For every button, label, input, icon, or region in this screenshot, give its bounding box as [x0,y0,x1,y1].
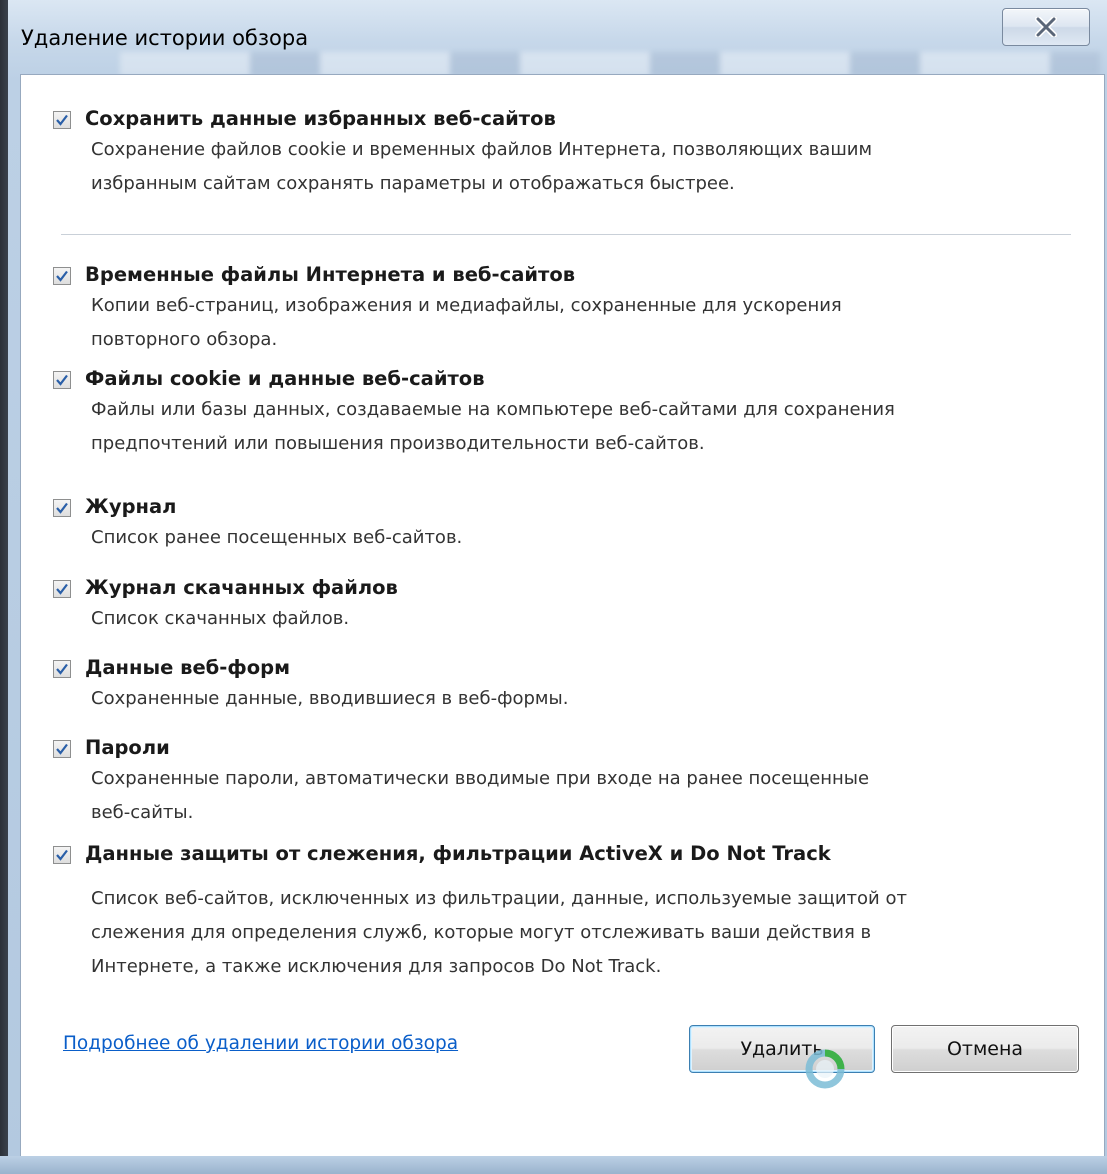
checkmark-icon [55,114,69,126]
option-title[interactable]: Журнал скачанных файлов [85,576,398,599]
checkmark-icon [55,849,69,861]
checkbox-passwords[interactable] [53,740,71,758]
option-title[interactable]: Временные файлы Интернета и веб-сайтов [85,263,575,286]
checkbox-history[interactable] [53,499,71,517]
window-frame: Удаление истории обзора Сохранить данные… [0,0,1107,1174]
option-description: Список ранее посещенных веб-сайтов. [91,527,463,548]
checkmark-icon [55,374,69,386]
checkbox-cookies[interactable] [53,371,71,389]
option-description: Список скачанных файлов. [91,608,350,629]
option-description: Список веб-сайтов, исключенных из фильтр… [91,888,907,977]
option-title[interactable]: Сохранить данные избранных веб-сайтов [85,107,556,130]
checkbox-form-data[interactable] [53,660,71,678]
checkmark-icon [55,583,69,595]
checkbox-download-history[interactable] [53,580,71,598]
cancel-button[interactable]: Отмена [891,1025,1079,1073]
close-button[interactable] [1002,8,1090,46]
checkmark-icon [55,502,69,514]
busy-cursor-icon [804,1048,846,1090]
option-title[interactable]: Данные защиты от слежения, фильтрации Ac… [85,842,831,865]
checkmark-icon [55,663,69,675]
learn-more-link[interactable]: Подробнее об удалении истории обзора [63,1033,458,1054]
checkmark-icon [55,270,69,282]
option-description: Сохранение файлов cookie и временных фай… [91,139,873,194]
option-title[interactable]: Данные веб-форм [85,656,290,679]
option-title[interactable]: Файлы cookie и данные веб-сайтов [85,367,485,390]
checkbox-temp-files[interactable] [53,267,71,285]
checkbox-preserve-favorites[interactable] [53,111,71,129]
checkbox-tracking-protection[interactable] [53,846,71,864]
frame-edge [0,0,8,1174]
close-x-icon [1035,17,1057,37]
frame-bottom-edge [0,1156,1107,1174]
delete-button[interactable]: Удалить [689,1025,875,1089]
cancel-button-label: Отмена [946,1038,1024,1060]
option-description: Копии веб-страниц, изображения и медиафа… [91,295,842,350]
option-description: Сохраненные пароли, автоматически вводим… [91,768,870,823]
checkmark-icon [55,743,69,755]
window-title: Удаление истории обзора [21,26,309,50]
option-title[interactable]: Пароли [85,736,170,759]
dialog-content: Сохранить данные избранных веб-сайтов Со… [20,74,1105,1158]
divider [61,234,1071,235]
option-title[interactable]: Журнал [85,495,176,518]
option-description: Сохраненные данные, вводившиеся в веб-фо… [91,688,569,709]
option-description: Файлы или базы данных, создаваемые на ко… [91,399,895,454]
